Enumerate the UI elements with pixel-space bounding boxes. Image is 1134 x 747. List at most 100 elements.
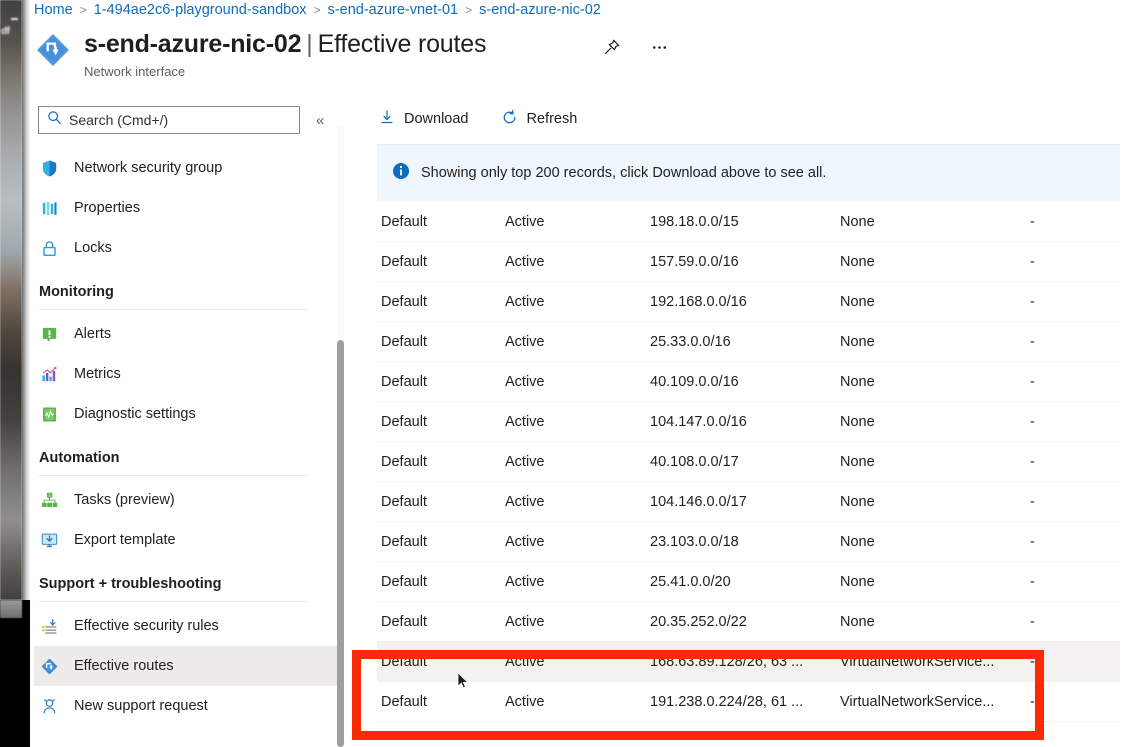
cell-source: Default	[381, 373, 427, 390]
download-icon	[379, 109, 395, 129]
cell-next-hop-ip: -	[1030, 573, 1035, 590]
properties-icon	[39, 198, 59, 218]
search-input[interactable]: Search (Cmd+/)	[38, 106, 300, 134]
collapse-menu-button[interactable]: «	[312, 110, 328, 131]
network-interface-icon	[34, 31, 72, 69]
table-row[interactable]: Default Active 104.147.0.0/16 None -	[377, 402, 1120, 442]
breadcrumb-separator-icon: >	[79, 3, 87, 17]
sidebar-item-label: New support request	[74, 698, 208, 714]
search-placeholder: Search (Cmd+/)	[69, 112, 169, 128]
sidebar-item-network-security-group[interactable]: Network security group	[34, 148, 344, 188]
cell-source: Default	[381, 533, 427, 550]
browser-window-left-edge	[22, 0, 30, 600]
metrics-chart-icon	[39, 364, 59, 384]
refresh-icon	[501, 109, 518, 130]
table-row[interactable]: Default Active 25.41.0.0/20 None -	[377, 562, 1120, 602]
cell-next-hop-ip: -	[1030, 333, 1035, 350]
cell-address-prefixes: 25.41.0.0/20	[650, 573, 731, 590]
sidebar-group-divider	[39, 309, 309, 310]
sidebar-item-label: Properties	[74, 200, 141, 216]
refresh-button[interactable]: Refresh	[499, 106, 580, 133]
info-icon	[392, 162, 410, 185]
breadcrumb-item-nic[interactable]: s-end-azure-nic-02	[479, 2, 601, 18]
cell-state: Active	[505, 613, 545, 630]
sidebar-scrollbar-thumb[interactable]	[337, 340, 344, 747]
cell-next-hop-type: None	[840, 573, 875, 590]
sidebar-item-effective-routes[interactable]: Effective routes	[34, 646, 344, 686]
cell-state: Active	[505, 493, 545, 510]
cell-state: Active	[505, 253, 545, 270]
background-blur-text: df	[1, 26, 10, 37]
sidebar-group-automation: Automation	[34, 450, 344, 476]
sidebar-item-locks[interactable]: Locks	[34, 228, 344, 268]
page-title-divider: |	[306, 30, 313, 58]
table-row[interactable]: Default Active 157.59.0.0/16 None -	[377, 242, 1120, 282]
info-notification-message: Showing only top 200 records, click Down…	[421, 165, 827, 181]
table-row[interactable]: Default Active 192.168.0.0/16 None -	[377, 282, 1120, 322]
command-toolbar: Download Refresh	[360, 96, 1134, 142]
table-row[interactable]: Default Active 23.103.0.0/18 None -	[377, 522, 1120, 562]
sidebar-item-diagnostic-settings[interactable]: Diagnostic settings	[34, 394, 344, 434]
sidebar-item-label: Metrics	[74, 366, 121, 382]
cell-next-hop-type: None	[840, 413, 875, 430]
cell-address-prefixes: 104.146.0.0/17	[650, 493, 747, 510]
table-row[interactable]: Default Active 20.35.252.0/22 None -	[377, 602, 1120, 642]
cell-source: Default	[381, 333, 427, 350]
cell-address-prefixes: 23.103.0.0/18	[650, 533, 739, 550]
page-title-block: s-end-azure-nic-02 | Effective routes Netw…	[84, 30, 486, 79]
table-row[interactable]: Default Active 40.109.0.0/16 None -	[377, 362, 1120, 402]
sidebar-item-effective-security-rules[interactable]: Effective security rules	[34, 606, 344, 646]
breadcrumb-separator-icon: >	[465, 3, 473, 17]
table-row[interactable]: Default Active 168.63.89.128/26, 63 ... …	[377, 642, 1120, 682]
desktop-background-strip-lower	[0, 600, 30, 747]
table-row[interactable]: Default Active 40.108.0.0/17 None -	[377, 442, 1120, 482]
table-row[interactable]: Default Active 191.238.0.224/28, 61 ... …	[377, 682, 1120, 722]
main-content: Download Refresh Showing only top 200 re…	[360, 96, 1134, 747]
cell-state: Active	[505, 333, 545, 350]
breadcrumb-item-resource-group[interactable]: 1-494ae2c6-playground-sandbox	[94, 2, 307, 18]
page-header-actions	[598, 34, 672, 60]
ellipsis-icon[interactable]	[646, 34, 672, 60]
sidebar-group-title: Monitoring	[39, 284, 114, 300]
shield-icon	[39, 158, 59, 178]
sidebar-item-label: Tasks (preview)	[74, 492, 175, 508]
cell-next-hop-type: None	[840, 453, 875, 470]
sidebar-group-divider	[39, 601, 309, 602]
alerts-icon	[39, 324, 59, 344]
cell-next-hop-type: None	[840, 293, 875, 310]
sidebar-item-properties[interactable]: Properties	[34, 188, 344, 228]
support-person-icon	[39, 696, 59, 716]
sidebar-item-label: Alerts	[74, 326, 112, 342]
cell-next-hop-ip: -	[1030, 373, 1035, 390]
sidebar-group-divider	[39, 475, 309, 476]
table-row[interactable]: Default Active 104.146.0.0/17 None -	[377, 482, 1120, 522]
cell-state: Active	[505, 413, 545, 430]
background-blur-artifact	[11, 18, 18, 20]
breadcrumb-item-home[interactable]: Home	[34, 2, 73, 18]
cell-next-hop-ip: -	[1030, 613, 1035, 630]
table-row[interactable]: Default Active 198.18.0.0/15 None -	[377, 202, 1120, 242]
cell-source: Default	[381, 213, 427, 230]
cell-source: Default	[381, 653, 427, 670]
sidebar-item-tasks-preview[interactable]: Tasks (preview)	[34, 480, 344, 520]
breadcrumb-item-vnet[interactable]: s-end-azure-vnet-01	[328, 2, 459, 18]
download-button-label: Download	[404, 111, 469, 127]
cell-next-hop-type: VirtualNetworkService...	[840, 693, 995, 710]
cell-next-hop-ip: -	[1030, 253, 1035, 270]
sidebar-item-label: Network security group	[74, 160, 223, 176]
sidebar-item-export-template[interactable]: Export template	[34, 520, 344, 560]
sidebar-item-alerts[interactable]: Alerts	[34, 314, 344, 354]
sidebar-search-row: Search (Cmd+/) «	[34, 100, 344, 134]
page-title-resource: s-end-azure-nic-02	[84, 30, 302, 58]
table-row[interactable]: Default Active 25.33.0.0/16 None -	[377, 322, 1120, 362]
sidebar-item-new-support-request[interactable]: New support request	[34, 686, 344, 726]
sidebar-item-metrics[interactable]: Metrics	[34, 354, 344, 394]
download-button[interactable]: Download	[377, 106, 471, 132]
cell-next-hop-type: None	[840, 613, 875, 630]
effective-routes-icon	[39, 656, 59, 676]
pin-icon[interactable]	[598, 34, 624, 60]
cell-state: Active	[505, 373, 545, 390]
sidebar-item-label: Diagnostic settings	[74, 406, 196, 422]
cell-next-hop-ip: -	[1030, 413, 1035, 430]
cell-state: Active	[505, 573, 545, 590]
